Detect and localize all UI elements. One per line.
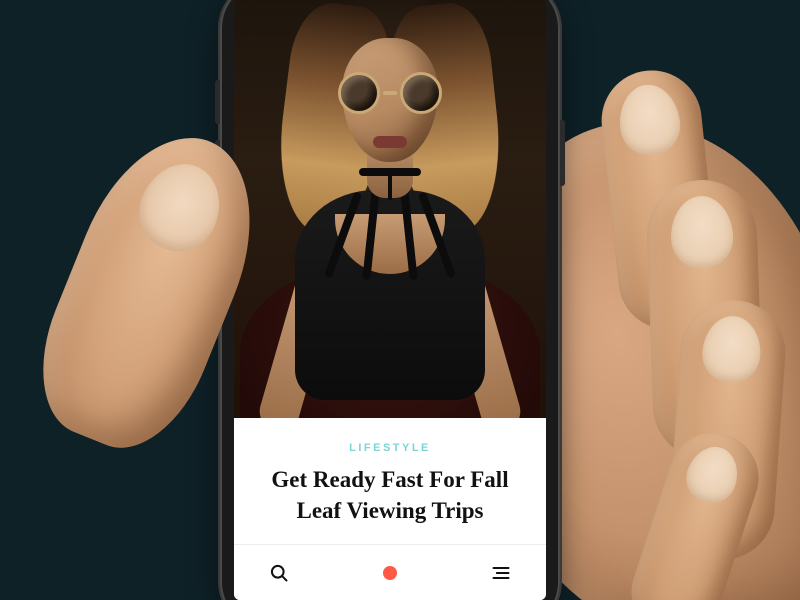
sunglasses-icon bbox=[338, 74, 442, 112]
phone-screen: LIFESTYLE Get Ready Fast For Fall Leaf V… bbox=[234, 0, 546, 600]
search-icon bbox=[269, 563, 289, 583]
article-hero-image[interactable] bbox=[234, 0, 546, 418]
menu-icon bbox=[491, 566, 511, 580]
record-icon bbox=[383, 566, 397, 580]
article-card[interactable]: LIFESTYLE Get Ready Fast For Fall Leaf V… bbox=[234, 418, 546, 544]
phone-frame: LIFESTYLE Get Ready Fast For Fall Leaf V… bbox=[220, 0, 560, 600]
record-button[interactable] bbox=[373, 556, 407, 590]
menu-button[interactable] bbox=[484, 556, 518, 590]
search-button[interactable] bbox=[262, 556, 296, 590]
article-headline[interactable]: Get Ready Fast For Fall Leaf Viewing Tri… bbox=[256, 464, 524, 526]
bottom-nav bbox=[234, 544, 546, 600]
article-category[interactable]: LIFESTYLE bbox=[256, 442, 524, 454]
